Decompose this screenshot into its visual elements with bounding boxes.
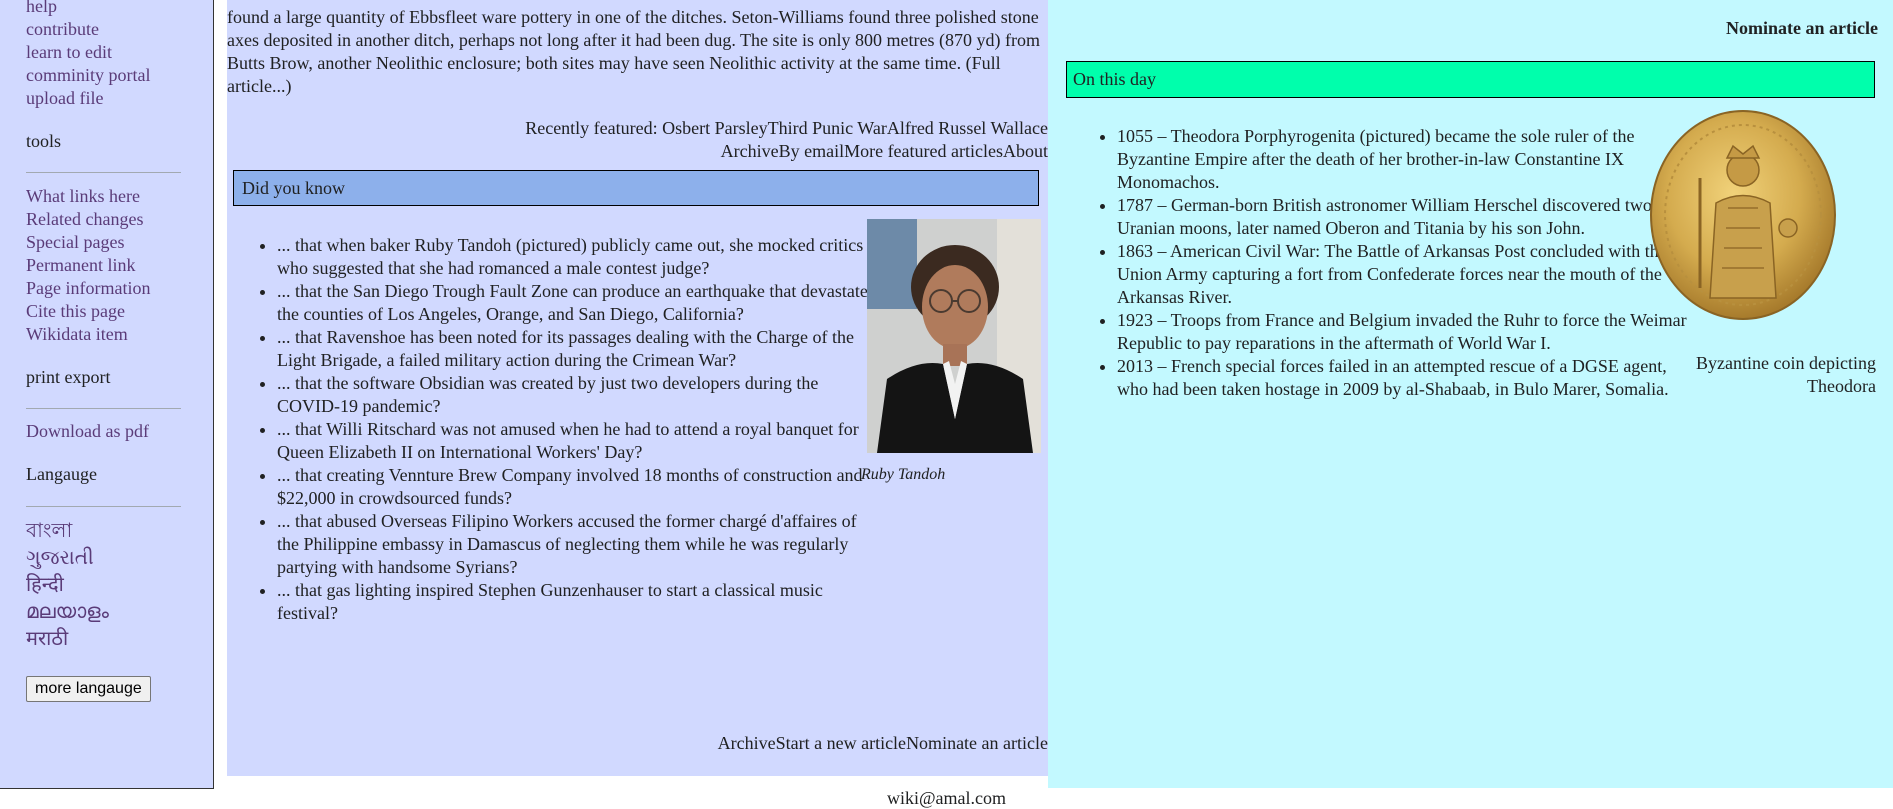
did-you-know-header: Did you know: [233, 170, 1039, 206]
otd-item: 1787 – German-born British astronomer Wi…: [1117, 194, 1695, 240]
dyk-item: ... that the San Diego Trough Fault Zone…: [277, 280, 877, 326]
dyk-item: ... that Willi Ritschard was not amused …: [277, 418, 877, 464]
did-you-know-list: ... that when baker Ruby Tandoh (picture…: [277, 234, 877, 625]
dyk-footer-links: ArchiveStart a new articleNominate an ar…: [718, 732, 1048, 755]
featured-about-link[interactable]: About: [1003, 141, 1048, 161]
sidebar-link-special-pages[interactable]: Special pages: [26, 231, 124, 253]
more-language-button[interactable]: more langauge: [26, 676, 151, 702]
sidebar-link-learn-to-edit[interactable]: learn to edit: [26, 41, 112, 63]
coin-caption: Byzantine coin depicting Theodora: [1696, 353, 1876, 396]
recently-featured-label: Recently featured:: [525, 118, 663, 138]
sidebar-link-page-information[interactable]: Page information: [26, 277, 150, 299]
language-link-hindi[interactable]: हिन्दी: [26, 574, 64, 596]
recently-featured-link[interactable]: Alfred Russel Wallace: [887, 118, 1048, 138]
sidebar-link-permanent-link[interactable]: Permanent link: [26, 254, 135, 276]
sidebar-link-contribute[interactable]: contribute: [26, 18, 99, 40]
sidebar-link-related-changes[interactable]: Related changes: [26, 208, 143, 230]
language-link-marathi[interactable]: मराठी: [26, 628, 68, 650]
sidebar-link-community-portal[interactable]: comminity portal: [26, 64, 150, 86]
dyk-item: ... that the software Obsidian was creat…: [277, 372, 877, 418]
language-link-bengali[interactable]: বাংলা: [26, 520, 72, 542]
sidebar-link-wikidata-item[interactable]: Wikidata item: [26, 323, 128, 345]
print-divider: [26, 408, 181, 409]
sidebar-link-help[interactable]: help: [26, 0, 57, 17]
dyk-item: ... that abused Overseas Filipino Worker…: [277, 510, 877, 579]
more-featured-articles-link[interactable]: More featured articles: [844, 141, 1003, 161]
otd-item: 1863 – American Civil War: The Battle of…: [1117, 240, 1695, 309]
dyk-item: ... that Ravenshoe has been noted for it…: [277, 326, 877, 372]
dyk-archive-link[interactable]: Archive: [718, 733, 776, 753]
language-link-gujarati[interactable]: ગુજરાતી: [26, 547, 94, 569]
print-export-heading: print export: [26, 367, 111, 387]
language-heading: Langauge: [26, 464, 97, 484]
language-link-malayalam[interactable]: മലയാളം: [26, 601, 109, 623]
featured-by-email-link[interactable]: By email: [779, 141, 845, 161]
otd-item: 1055 – Theodora Porphyrogenita (pictured…: [1117, 125, 1695, 194]
dyk-item: ... that when baker Ruby Tandoh (picture…: [277, 234, 877, 280]
sidebar-link-what-links-here[interactable]: What links here: [26, 185, 140, 207]
recently-featured-link[interactable]: Osbert Parsley: [662, 118, 767, 138]
sidebar-link-cite-this-page[interactable]: Cite this page: [26, 300, 125, 322]
language-divider: [26, 506, 181, 507]
byzantine-coin-image[interactable]: [1648, 108, 1838, 327]
tools-divider: [26, 172, 181, 173]
recently-featured-row: Recently featured: Osbert ParsleyThird P…: [525, 117, 1048, 140]
otd-item: 2013 – French special forces failed in a…: [1117, 355, 1695, 401]
right-column: Nominate an article On this day 1055 – T…: [1048, 0, 1893, 788]
start-new-article-link[interactable]: Start a new article: [776, 733, 906, 753]
tools-heading: tools: [26, 131, 62, 151]
center-column: found a large quantity of Ebbsfleet ware…: [227, 0, 1048, 776]
featured-archive-link[interactable]: Archive: [721, 141, 779, 161]
sidebar-link-upload-file[interactable]: upload file: [26, 87, 103, 109]
on-this-day-header: On this day: [1066, 61, 1875, 98]
sidebar-link-download-pdf[interactable]: Download as pdf: [26, 420, 149, 442]
otd-item: 1923 – Troops from France and Belgium in…: [1117, 309, 1695, 355]
nominate-article-link[interactable]: Nominate an article: [906, 733, 1048, 753]
recently-featured-link[interactable]: Third Punic War: [768, 118, 887, 138]
featured-article-text: found a large quantity of Ebbsfleet ware…: [227, 7, 1040, 96]
footer-email: wiki@amal.com: [886, 788, 1007, 808]
dyk-item: ... that gas lighting inspired Stephen G…: [277, 579, 877, 625]
on-this-day-list: 1055 – Theodora Porphyrogenita (pictured…: [1117, 125, 1695, 401]
dyk-item: ... that creating Vennture Brew Company …: [277, 464, 877, 510]
featured-links-row: ArchiveBy emailMore featured articlesAbo…: [721, 140, 1048, 163]
ruby-tandoh-caption: Ruby Tandoh: [861, 466, 946, 483]
ruby-tandoh-photo[interactable]: [867, 219, 1041, 453]
nominate-article-link-top[interactable]: Nominate an article: [1726, 18, 1878, 39]
sidebar: help contribute learn to edit comminity …: [0, 0, 214, 789]
